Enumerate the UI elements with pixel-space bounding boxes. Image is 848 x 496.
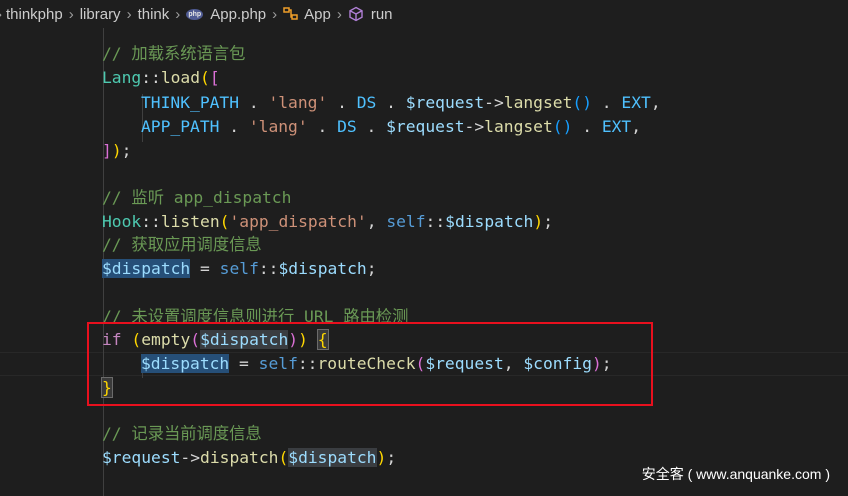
code-line[interactable]: THINK_PATH . 'lang' . DS . $request->lan… [141,91,661,115]
code-token: $request [102,448,181,467]
php-file-icon: php [186,8,204,20]
code-token: langset [484,117,553,136]
code-token: ] [102,141,112,160]
breadcrumb-item-app[interactable]: App [283,6,331,23]
chevron-right-icon: › [272,5,278,23]
code-line[interactable]: // 监听 app_dispatch [102,186,291,210]
code-token: DS [356,93,377,112]
code-token: listen [160,212,220,231]
code-token: DS [337,117,357,136]
code-token: ; [366,259,377,278]
code-token: $request [405,93,485,112]
code-token: , [366,212,387,231]
breadcrumb: › thinkphp › library › think › php App.p… [0,0,848,28]
code-token: . [307,117,338,136]
highlight-box [87,322,653,406]
breadcrumb-item-thinkphp[interactable]: › thinkphp [0,6,63,23]
code-token: ( [219,212,230,231]
code-token: . [356,117,387,136]
code-token: , [650,93,661,112]
code-token: -> [464,117,485,136]
code-token: [ [209,68,220,87]
code-token: () [572,93,592,112]
code-line[interactable]: APP_PATH . 'lang' . DS . $request->langs… [141,115,641,139]
code-token: ; [121,141,132,160]
code-token: self [219,259,259,278]
code-token: ) [533,212,544,231]
class-icon [283,7,298,20]
code-token: ) [376,448,387,467]
code-token: -> [484,93,504,112]
breadcrumb-item-think[interactable]: think [138,6,170,23]
code-token: // 获取应用调度信息 [102,235,262,254]
code-token: // 加载系统语言包 [102,44,246,63]
code-token: . [592,93,622,112]
code-token: load [160,68,201,87]
code-token: :: [141,68,161,87]
code-line[interactable]: // 加载系统语言包 [102,42,245,66]
chevron-right-icon: › [126,5,132,23]
code-token: $dispatch [288,448,377,467]
code-token: . [219,117,249,136]
code-token: :: [258,259,279,278]
code-token: EXT [601,117,632,136]
code-line[interactable]: // 记录当前调度信息 [102,422,262,446]
code-editor[interactable]: // 加载系统语言包 Lang::load([THINK_PATH . 'lang… [0,28,848,496]
code-line[interactable]: // 获取应用调度信息 [102,233,262,257]
code-token: . [239,93,269,112]
code-token: THINK_PATH [141,93,240,112]
code-token: = [190,259,220,278]
code-token: 'lang' [248,117,308,136]
code-token: ; [386,448,397,467]
code-token: ) [111,141,122,160]
code-token: , [631,117,642,136]
chevron-right-icon: › [336,5,342,23]
code-line[interactable]: $request->dispatch($dispatch); [102,446,396,470]
chevron-right-icon: › [0,6,2,23]
code-token: 'lang' [268,93,328,112]
code-line[interactable]: Hook::listen('app_dispatch', self::$disp… [102,210,553,234]
code-token: // 记录当前调度信息 [102,424,262,443]
code-token: . [572,117,602,136]
code-token: dispatch [200,448,279,467]
breadcrumb-item-app-php[interactable]: php App.php [186,6,266,23]
code-token: . [376,93,406,112]
code-token: ( [200,68,210,87]
code-token: $dispatch [102,259,191,278]
code-line[interactable]: Lang::load([ [102,66,220,90]
method-cube-icon [349,6,363,22]
breadcrumb-item-run[interactable]: run [348,6,393,23]
code-token: Lang [102,68,142,87]
chevron-right-icon: › [68,5,74,23]
code-token: . [327,93,357,112]
code-token: () [552,117,573,136]
code-token: EXT [621,93,651,112]
code-token: // 监听 app_dispatch [102,188,292,207]
chevron-right-icon: › [175,5,181,23]
code-token: 'app_dispatch' [229,212,367,231]
code-token: $dispatch [278,259,367,278]
code-token: $request [386,117,465,136]
code-line[interactable]: ]); [102,139,131,163]
code-token: :: [141,212,161,231]
code-token: langset [503,93,573,112]
code-token: -> [180,448,201,467]
code-line[interactable]: $dispatch = self::$dispatch; [102,257,377,281]
code-token: Hook [102,212,142,231]
code-token: self [386,212,426,231]
breadcrumb-item-library[interactable]: library [80,6,121,23]
code-token: APP_PATH [141,117,220,136]
code-token: $dispatch [445,212,534,231]
code-token: :: [425,212,446,231]
code-token: ( [278,448,289,467]
code-token: ; [543,212,553,231]
watermark: 安全客 ( www.anquanke.com ) [637,462,834,486]
